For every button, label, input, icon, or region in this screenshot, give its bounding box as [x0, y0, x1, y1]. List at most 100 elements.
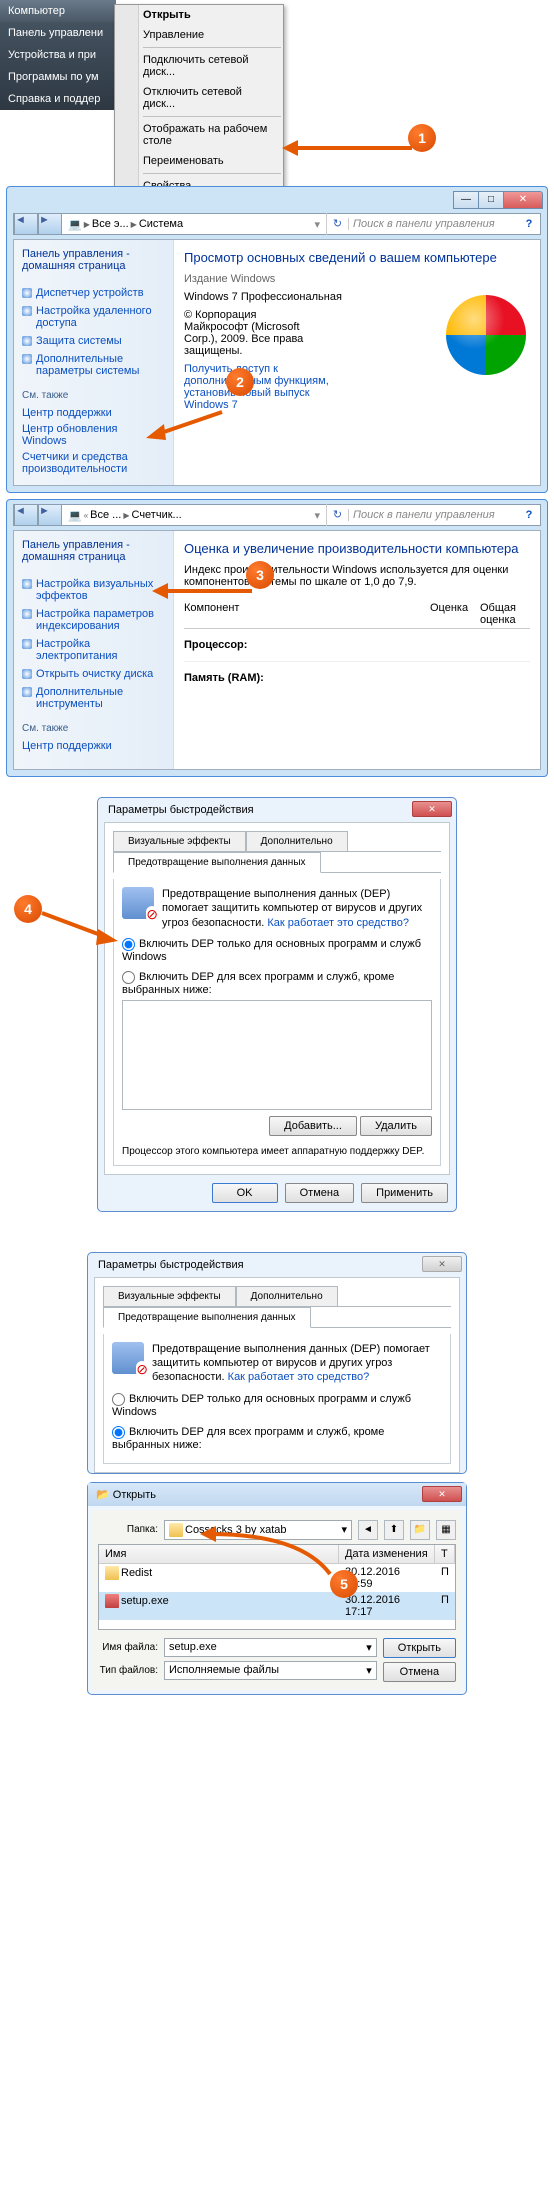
breadcrumb[interactable]: 💻 ▶ Все э... ▶ Система ▾ — [62, 218, 326, 231]
delete-button[interactable]: Удалить — [360, 1116, 432, 1136]
col-name[interactable]: Имя — [99, 1545, 339, 1563]
wei-description: Индекс производительности Windows исполь… — [184, 564, 530, 588]
crumb-system[interactable]: Система — [139, 218, 183, 230]
dialog-footer: OK Отмена Применить — [98, 1175, 456, 1211]
crumb-all[interactable]: Все э... — [92, 218, 129, 230]
list-item[interactable]: Redist 30.12.2016 16:59П — [99, 1564, 455, 1592]
sb-device-manager[interactable]: Диспетчер устройств — [22, 284, 165, 302]
cancel-button[interactable]: Отмена — [285, 1183, 354, 1203]
sb-extra-tools[interactable]: Дополнительные инструменты — [22, 683, 165, 713]
sm-item-default-programs[interactable]: Программы по ум — [0, 66, 116, 88]
crumb-all[interactable]: Все ... — [90, 509, 121, 521]
sb-indexing[interactable]: Настройка параметров индексирования — [22, 605, 165, 635]
sb-performance-counters[interactable]: Счетчики и средства производительности — [22, 449, 165, 477]
close-button[interactable]: ✕ — [412, 801, 452, 817]
col-component: Компонент — [184, 602, 430, 626]
filetype-combo[interactable]: Исполняемые файлы▾ — [164, 1661, 377, 1680]
radio-dep-essential[interactable]: Включить DEP только для основных програм… — [112, 1393, 442, 1418]
ctx-manage[interactable]: Управление — [115, 25, 283, 45]
col-base: Общая оценка — [480, 602, 530, 626]
sm-item-computer[interactable]: Компьютер — [0, 0, 116, 22]
refresh-button[interactable]: ↻ — [326, 504, 348, 526]
back-button[interactable]: ◄ — [358, 1520, 378, 1540]
back-button[interactable]: ◄ — [14, 213, 38, 235]
ctx-show-desktop[interactable]: Отображать на рабочем столе — [115, 119, 283, 151]
file-list[interactable]: Имя Дата изменения Т Redist 30.12.2016 1… — [98, 1544, 456, 1630]
close-button[interactable]: ✕ — [503, 191, 543, 209]
sb-disk-cleanup[interactable]: Открыть очистку диска — [22, 665, 165, 683]
sm-item-control-panel[interactable]: Панель управлени — [0, 22, 116, 44]
forward-button[interactable]: ► — [38, 504, 62, 526]
sidebar: Панель управления - домашняя страница На… — [14, 531, 174, 769]
tab-dep[interactable]: Предотвращение выполнения данных — [113, 852, 321, 873]
radio-dep-all[interactable]: Включить DEP для всех программ и служб, … — [122, 971, 432, 996]
new-folder-button[interactable]: 📁 — [410, 1520, 430, 1540]
breadcrumb[interactable]: 💻 « Все ... ▶ Счетчик... ▾ — [62, 509, 326, 522]
sidebar-home-link[interactable]: Панель управления - домашняя страница — [22, 248, 165, 272]
up-button[interactable]: ⬆ — [384, 1520, 404, 1540]
close-button[interactable]: ✕ — [422, 1486, 462, 1502]
dep-howitworks-link[interactable]: Как работает это средство? — [228, 1371, 370, 1383]
filename-input[interactable]: setup.exe▾ — [164, 1638, 377, 1657]
radio-dep-all[interactable]: Включить DEP для всех программ и служб, … — [112, 1426, 442, 1451]
list-item[interactable]: setup.exe 30.12.2016 17:17П — [99, 1592, 455, 1620]
context-menu: Открыть Управление Подключить сетевой ди… — [114, 4, 284, 197]
sm-item-devices[interactable]: Устройства и при — [0, 44, 116, 66]
sidebar-home-link[interactable]: Панель управления - домашняя страница — [22, 539, 165, 563]
sb-action-center[interactable]: Центр поддержки — [22, 738, 165, 754]
apply-button[interactable]: Применить — [361, 1183, 448, 1203]
computer-icon: 💻 — [68, 218, 82, 231]
folder-label: Папка: — [98, 1524, 158, 1535]
shield-icon — [122, 887, 154, 919]
exe-icon — [105, 1594, 119, 1608]
search-input[interactable]: Поиск в панели управления — [348, 509, 518, 521]
sb-power[interactable]: Настройка электропитания — [22, 635, 165, 665]
sb-action-center[interactable]: Центр поддержки — [22, 405, 165, 421]
maximize-button[interactable]: □ — [478, 191, 504, 209]
badge-5: 5 — [330, 1570, 358, 1598]
radio-dep-essential[interactable]: Включить DEP только для основных програм… — [122, 938, 432, 963]
forward-button[interactable]: ► — [38, 213, 62, 235]
exclusion-list[interactable] — [122, 1000, 432, 1110]
cancel-button[interactable]: Отмена — [383, 1662, 456, 1682]
open-button[interactable]: Открыть — [383, 1638, 456, 1658]
sm-item-help[interactable]: Справка и поддер — [0, 88, 116, 110]
crumb-counters[interactable]: Счетчик... — [132, 509, 182, 521]
refresh-button[interactable]: ↻ — [326, 213, 348, 235]
help-button[interactable]: ? — [518, 218, 540, 230]
views-button[interactable]: ▦ — [436, 1520, 456, 1540]
main-pane: Просмотр основных сведений о вашем компь… — [174, 240, 540, 485]
ok-button[interactable]: OK — [212, 1183, 278, 1203]
minimize-button[interactable]: — — [453, 191, 479, 209]
folder-icon — [169, 1523, 183, 1537]
ctx-rename[interactable]: Переименовать — [115, 151, 283, 171]
help-button[interactable]: ? — [518, 509, 540, 521]
ctx-unmap-drive[interactable]: Отключить сетевой диск... — [115, 82, 283, 114]
dep-howitworks-link[interactable]: Как работает это средство? — [267, 917, 409, 929]
tab-advanced[interactable]: Дополнительно — [236, 1286, 338, 1307]
sb-advanced[interactable]: Дополнительные параметры системы — [22, 350, 165, 380]
badge-3: 3 — [246, 561, 274, 589]
tab-visual-effects[interactable]: Визуальные эффекты — [113, 831, 246, 852]
upgrade-link[interactable]: Получить доступ к дополнительным функция… — [184, 363, 334, 411]
sb-visual-effects[interactable]: Настройка визуальных эффектов — [22, 575, 165, 605]
tab-dep[interactable]: Предотвращение выполнения данных — [103, 1307, 311, 1328]
search-input[interactable]: Поиск в панели управления — [348, 218, 518, 230]
edition-heading: Издание Windows — [184, 273, 530, 285]
open-file-dialog: 📂 Открыть ✕ Папка: Cossacks 3 by xatab▾ … — [87, 1482, 467, 1695]
tab-advanced[interactable]: Дополнительно — [246, 831, 348, 852]
close-button[interactable]: ✕ — [422, 1256, 462, 1272]
sb-windows-update[interactable]: Центр обновления Windows — [22, 421, 165, 449]
sb-remote[interactable]: Настройка удаленного доступа — [22, 302, 165, 332]
sb-see-also: См. также — [22, 390, 165, 401]
col-date[interactable]: Дата изменения — [339, 1545, 435, 1563]
add-button[interactable]: Добавить... — [269, 1116, 357, 1136]
chevron-right-icon: « — [84, 511, 88, 520]
ctx-open[interactable]: Открыть — [115, 5, 283, 25]
back-button[interactable]: ◄ — [14, 504, 38, 526]
sb-protection[interactable]: Защита системы — [22, 332, 165, 350]
ctx-map-drive[interactable]: Подключить сетевой диск... — [115, 50, 283, 82]
folder-combo[interactable]: Cossacks 3 by xatab▾ — [164, 1520, 352, 1540]
col-type[interactable]: Т — [435, 1545, 455, 1563]
tab-visual-effects[interactable]: Визуальные эффекты — [103, 1286, 236, 1307]
